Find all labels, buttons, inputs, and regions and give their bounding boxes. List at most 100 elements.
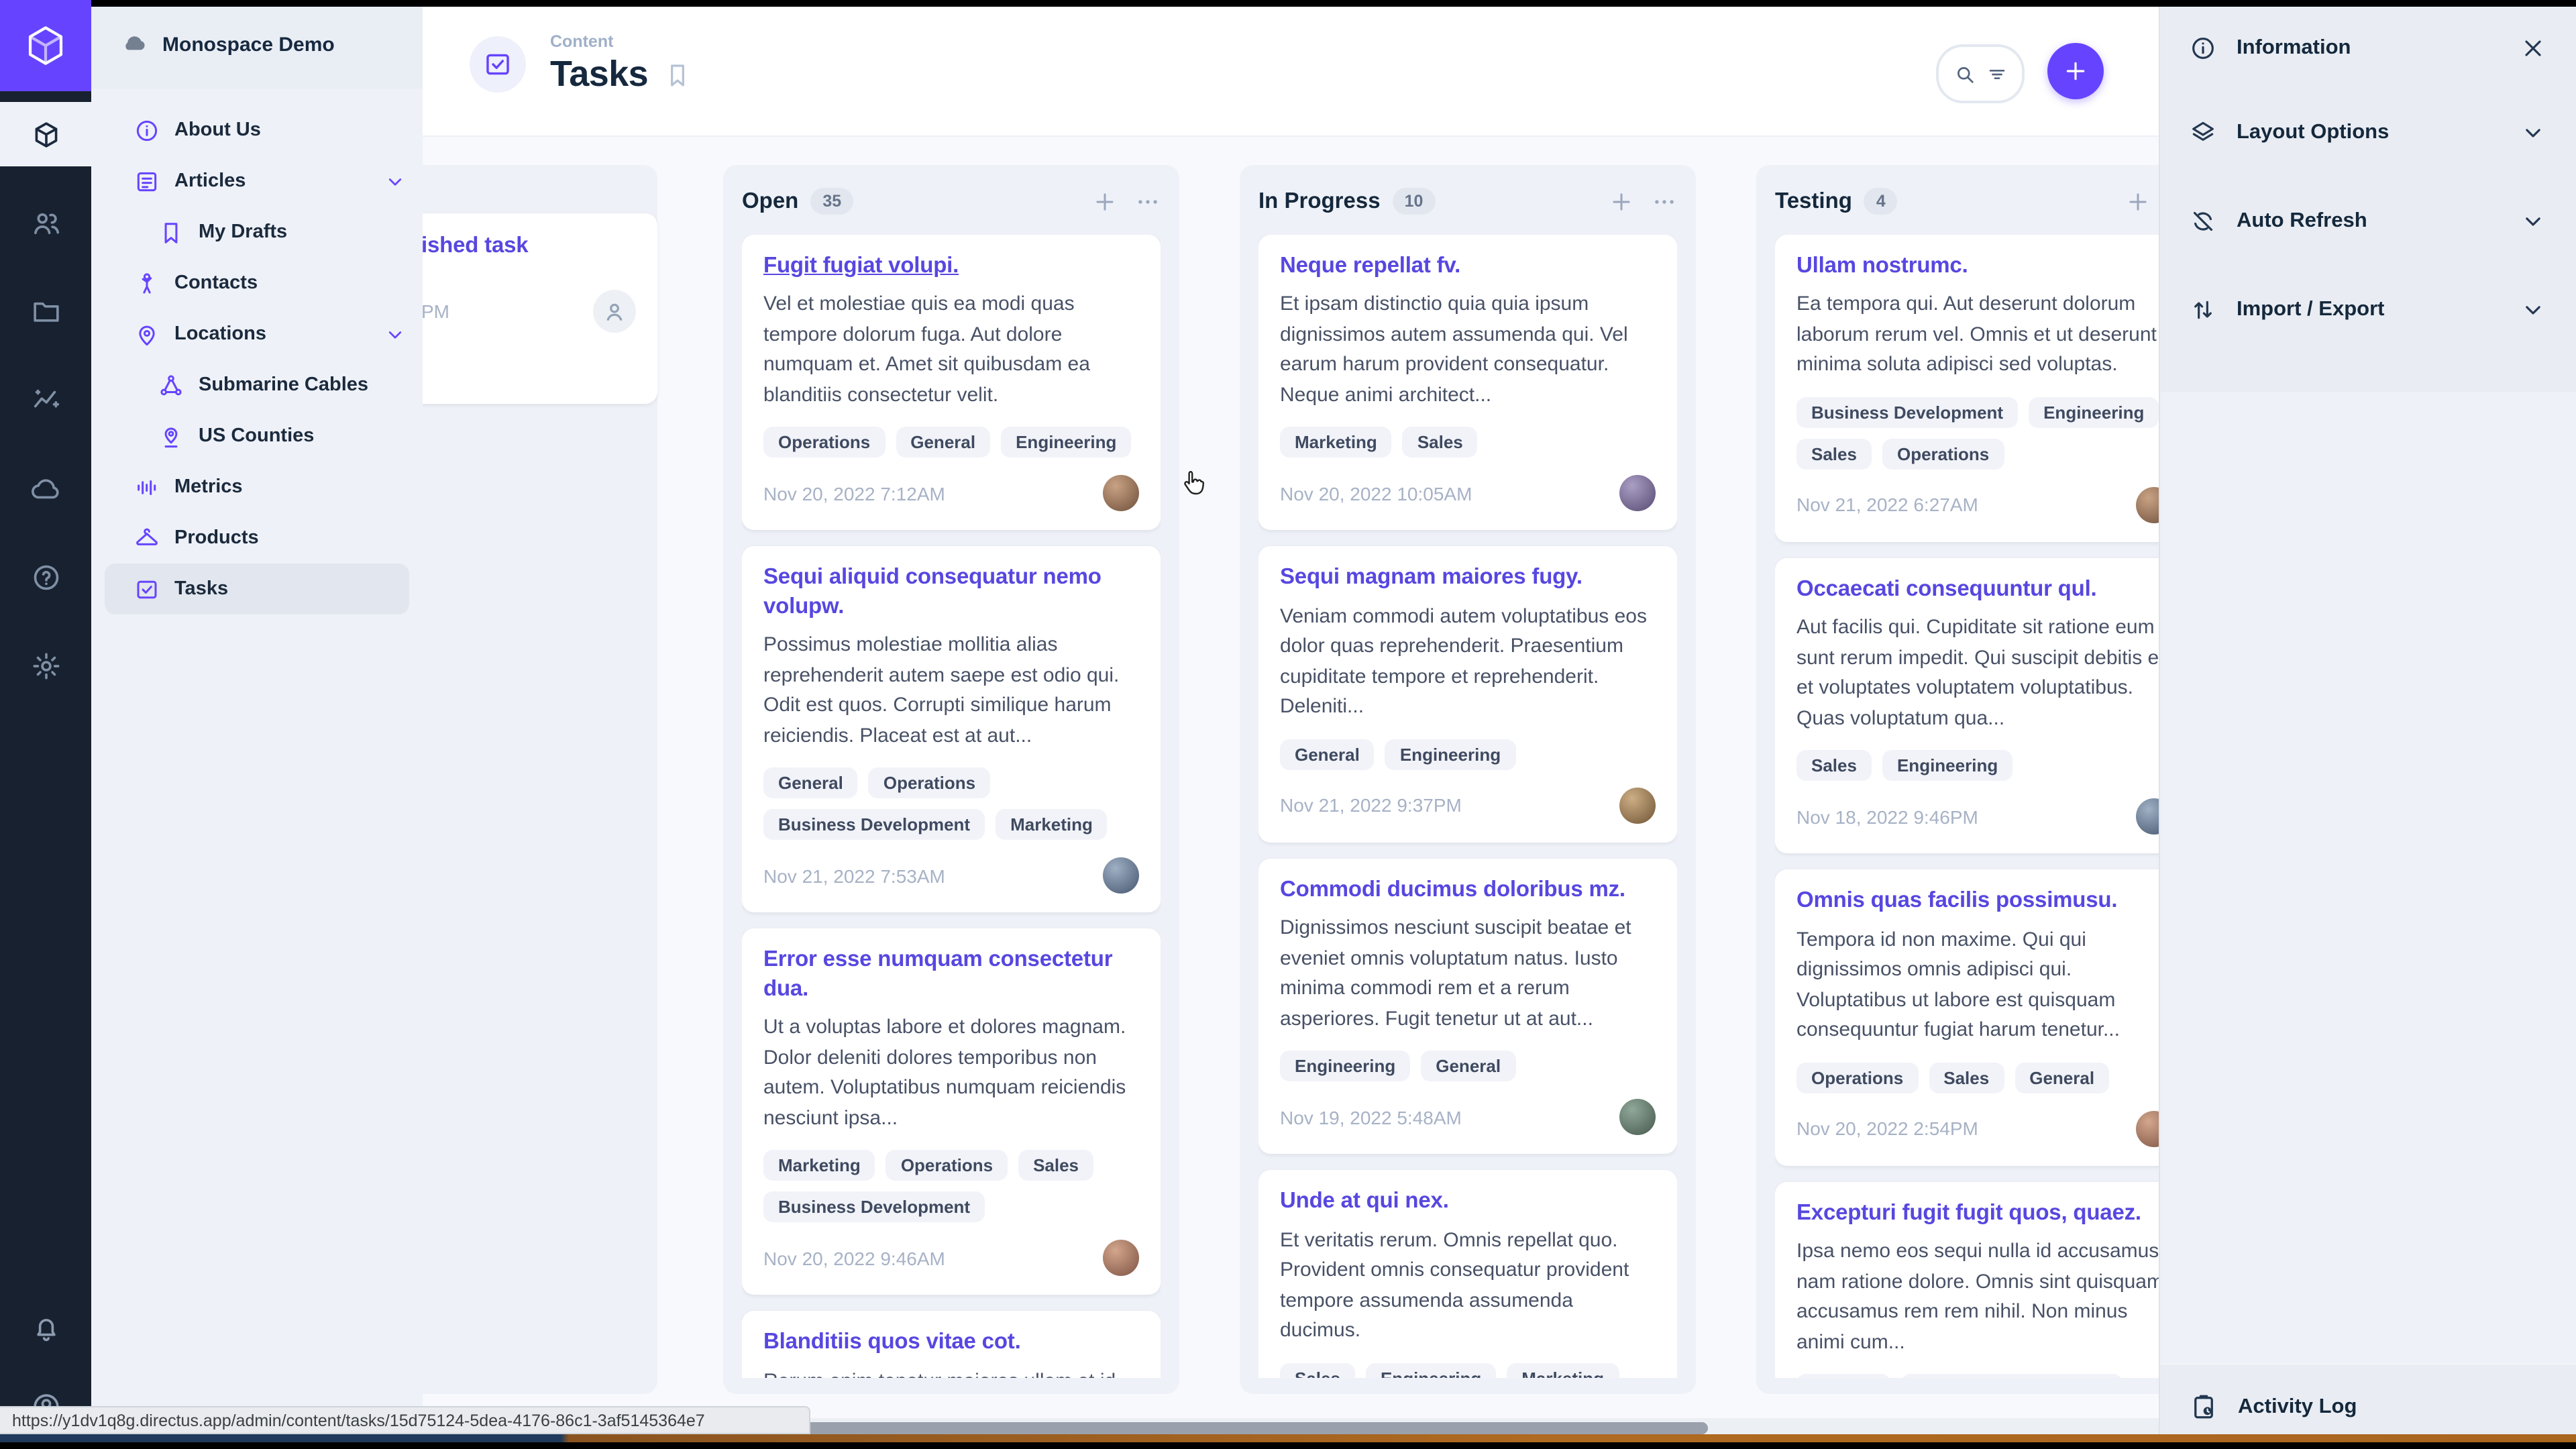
box-icon	[30, 119, 61, 150]
sidebar-section-auto-refresh[interactable]: Auto Refresh	[2160, 177, 2576, 266]
column-cards: Ullam nostrumc.Ea tempora qui. Aut deser…	[1775, 235, 2159, 1378]
search-filter-pill[interactable]	[1936, 44, 2025, 103]
column-title: Open	[742, 189, 798, 214]
tag-chip: Operations	[886, 1150, 1008, 1181]
sync-disabled-icon	[2190, 208, 2216, 235]
task-date: Nov 21, 2022 6:27AM	[1796, 494, 1978, 516]
task-card-description: Veniam commodi autem voluptatibus eos do…	[1280, 602, 1656, 723]
chevron-down-icon[interactable]	[384, 170, 407, 193]
task-card[interactable]: Omnis quas facilis possimusu.Tempora id …	[1775, 870, 2159, 1166]
module-file-library[interactable]	[0, 279, 91, 343]
chevron-down-icon[interactable]	[2520, 119, 2546, 146]
tag-list: GeneralEngineering	[1280, 739, 1656, 770]
directus-logo[interactable]	[0, 0, 91, 91]
task-card-title[interactable]: ished task	[423, 232, 636, 261]
module-user-directory[interactable]	[0, 191, 91, 255]
task-card[interactable]: Sequi magnam maiores fugy. Veniam commodi…	[1258, 547, 1677, 843]
filter-icon[interactable]	[1985, 62, 2008, 85]
task-card-title[interactable]: Commodi ducimus doloribus mz.	[1280, 876, 1656, 905]
plus-icon[interactable]	[1092, 189, 1118, 214]
tag-list: Business DevelopmentEngineeringSalesOper…	[1796, 397, 2159, 470]
task-card[interactable]: Blanditiis quos vitae cot. Rerum enim ten…	[742, 1311, 1161, 1378]
task-card-description: Rerum enim tenetur maiores ullam et id a…	[763, 1366, 1139, 1378]
task-card-title[interactable]: Sequi aliquid consequatur nemo volupw.	[763, 564, 1139, 622]
sidebar-item-metrics[interactable]: Metrics	[91, 462, 423, 513]
right-sidebar: Information Layout OptionsAuto RefreshIm…	[2159, 7, 2576, 1449]
module-cloud[interactable]	[0, 456, 91, 521]
search-icon[interactable]	[1953, 62, 1976, 85]
sidebar-section-import-export[interactable]: Import / Export	[2160, 266, 2576, 354]
sidebar-item-my-drafts[interactable]: My Drafts	[91, 207, 423, 258]
horizontal-scrollbar-thumb[interactable]	[723, 1422, 1708, 1434]
kanban-column-testing: Testing4Ullam nostrumc.Ea tempora qui. A…	[1756, 165, 2159, 1394]
tag-list: EngineeringGeneral	[1280, 1051, 1656, 1082]
plus-icon[interactable]	[2125, 189, 2151, 214]
task-card-title[interactable]: Excepturi fugit fugit quos, quaez.	[1796, 1199, 2159, 1228]
sidebar-item-locations[interactable]: Locations	[91, 309, 423, 360]
task-card-title[interactable]: Unde at qui nex.	[1280, 1188, 1656, 1217]
task-card-title[interactable]: Ullam nostrumc.	[1796, 252, 2159, 281]
task-card-description: Ipsa nemo eos sequi nulla id accusamus n…	[1796, 1238, 2159, 1358]
task-card-description: Dignissimos nesciunt suscipit beatae et …	[1280, 914, 1656, 1035]
task-date: Nov 20, 2022 2:54PM	[1796, 1118, 1978, 1140]
sidebar-empty-area	[2160, 392, 2576, 1363]
module-insights[interactable]	[0, 368, 91, 432]
add-item-button[interactable]	[2047, 43, 2104, 99]
person-icon	[601, 299, 628, 325]
chevron-down-icon[interactable]	[2520, 297, 2546, 323]
sidebar-item-articles[interactable]: Articles	[91, 156, 423, 207]
module-documentation[interactable]	[0, 545, 91, 609]
sidebar-item-contacts[interactable]: Contacts	[91, 258, 423, 309]
tag-list: OperationsGeneralEngineering	[763, 427, 1139, 458]
tag-chip: Sales	[1929, 1063, 2004, 1093]
sidebar-section-information[interactable]: Information	[2160, 7, 2576, 89]
sidebar-item-tasks[interactable]: Tasks	[105, 564, 409, 614]
close-icon[interactable]	[2520, 34, 2546, 61]
task-card-title[interactable]: Omnis quas facilis possimusu.	[1796, 888, 2159, 916]
bookmark-icon	[158, 219, 184, 245]
dots-icon[interactable]	[1652, 189, 1677, 214]
plus-icon[interactable]	[1609, 189, 1634, 214]
task-card[interactable]: Commodi ducimus doloribus mz. Dignissimos…	[1258, 859, 1677, 1155]
task-card-title[interactable]: Sequi magnam maiores fugy.	[1280, 564, 1656, 593]
task-card-title[interactable]: Fugit fugiat volupi.	[763, 252, 1139, 281]
breadcrumb[interactable]: Content	[550, 32, 691, 51]
tag-chip: Operations	[869, 768, 990, 799]
contacts-icon	[134, 270, 160, 296]
tag-chip: Marketing	[763, 1150, 875, 1181]
task-card[interactable]: Fugit fugiat volupi.Vel et molestiae qui…	[742, 235, 1161, 531]
chevron-down-icon[interactable]	[2520, 208, 2546, 235]
sidebar-item-products[interactable]: Products	[91, 513, 423, 564]
task-card-title[interactable]: Neque repellat fv.	[1280, 252, 1656, 281]
chevron-down-icon[interactable]	[384, 323, 407, 345]
sidebar-item-us-counties[interactable]: US Counties	[91, 411, 423, 462]
module-settings[interactable]	[0, 633, 91, 698]
bookmark-icon[interactable]	[664, 61, 691, 88]
task-card[interactable]: Ullam nostrumc.Ea tempora qui. Aut deser…	[1775, 235, 2159, 542]
task-card-title[interactable]: Blanditiis quos vitae cot.	[763, 1328, 1139, 1357]
project-status-icon	[121, 31, 148, 58]
sidebar-item-submarine-cables[interactable]: Submarine Cables	[91, 360, 423, 411]
task-card[interactable]: Occaecati consequuntur qul.Aut facilis q…	[1775, 558, 2159, 854]
task-card[interactable]: Neque repellat fv.Et ipsam distinctio qu…	[1258, 235, 1677, 531]
task-card[interactable]: Sequi aliquid consequatur nemo volupw.Po…	[742, 547, 1161, 913]
sidebar-section-layout-options[interactable]: Layout Options	[2160, 89, 2576, 177]
assignee-avatar	[593, 290, 636, 333]
task-card[interactable]: ished task PM	[423, 213, 657, 404]
module-notifications[interactable]	[0, 1299, 91, 1358]
tag-chip: Sales	[1018, 1150, 1093, 1181]
task-card-title[interactable]: Error esse numquam consectetur dua.	[763, 947, 1139, 1004]
tag-chip: General	[896, 427, 990, 458]
task-card[interactable]: Unde at qui nex.Et veritatis rerum. Omni…	[1258, 1171, 1677, 1378]
column-cards: Fugit fugiat volupi.Vel et molestiae qui…	[742, 235, 1161, 1378]
sidebar-item-about-us[interactable]: About Us	[91, 105, 423, 156]
task-card[interactable]: Excepturi fugit fugit quos, quaez. Ipsa n…	[1775, 1182, 2159, 1378]
task-card[interactable]: Error esse numquam consectetur dua.Ut a …	[742, 929, 1161, 1295]
tag-chip: Engineering	[1882, 751, 2012, 782]
task-date: Nov 21, 2022 7:53AM	[763, 865, 945, 887]
module-collections[interactable]	[0, 102, 91, 166]
task-card-title[interactable]: Occaecati consequuntur qul.	[1796, 576, 2159, 604]
dots-icon[interactable]	[1135, 189, 1161, 214]
tag-list: SalesEngineering	[1796, 751, 2159, 782]
project-chooser[interactable]: Monospace Demo	[91, 0, 423, 89]
